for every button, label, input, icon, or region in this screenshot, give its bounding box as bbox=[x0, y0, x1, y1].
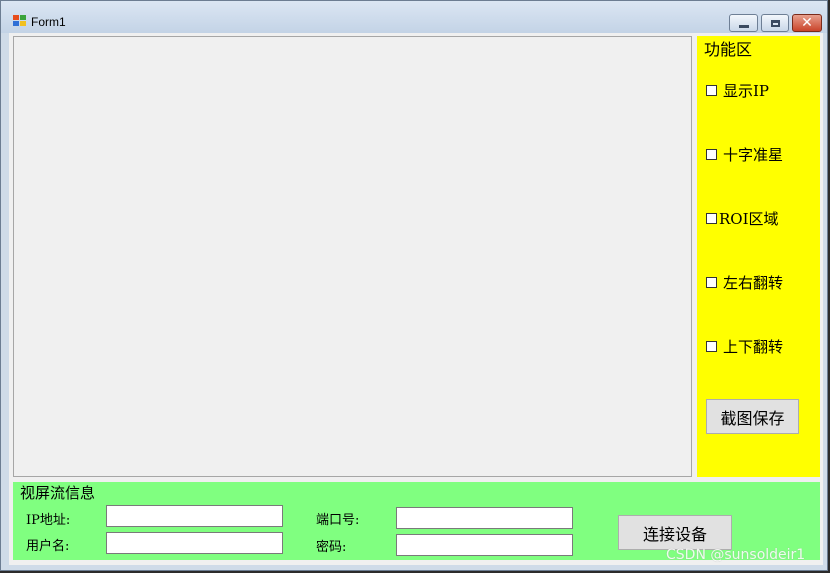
checkbox-box[interactable] bbox=[706, 341, 717, 352]
ip-address-input[interactable] bbox=[106, 505, 283, 527]
window-title: Form1 bbox=[31, 15, 66, 29]
watermark-text: CSDN @sunsoldeir1 bbox=[666, 547, 806, 563]
username-label: 用户名: bbox=[26, 539, 70, 554]
function-area-title: 功能区 bbox=[704, 40, 753, 59]
maximize-icon bbox=[770, 19, 780, 27]
checkbox-label: 上下翻转 bbox=[723, 338, 784, 356]
snapshot-save-button[interactable]: 截图保存 bbox=[706, 399, 799, 434]
checkbox-label: ROI区域 bbox=[719, 210, 779, 228]
ip-address-label: IP地址: bbox=[26, 513, 71, 528]
title-bar[interactable]: Form1 ✕ bbox=[1, 1, 827, 33]
checkbox-box[interactable] bbox=[706, 213, 717, 224]
checkbox-box[interactable] bbox=[706, 85, 717, 96]
checkbox-flip-vertical[interactable]: 上下翻转 bbox=[706, 336, 783, 357]
checkbox-label: 左右翻转 bbox=[723, 274, 784, 292]
username-input[interactable] bbox=[106, 532, 283, 554]
close-icon: ✕ bbox=[801, 15, 813, 31]
port-input[interactable] bbox=[396, 507, 573, 529]
password-label: 密码: bbox=[316, 540, 347, 555]
connect-device-button[interactable]: 连接设备 bbox=[618, 515, 732, 550]
stream-info-title: 视屏流信息 bbox=[20, 484, 96, 502]
checkbox-label: 显示IP bbox=[723, 82, 770, 100]
port-label: 端口号: bbox=[316, 513, 360, 528]
minimize-icon bbox=[738, 24, 749, 28]
maximize-button[interactable] bbox=[761, 14, 789, 32]
checkbox-crosshair[interactable]: 十字准星 bbox=[706, 144, 783, 165]
checkbox-box[interactable] bbox=[706, 277, 717, 288]
checkbox-show-ip[interactable]: 显示IP bbox=[706, 80, 769, 101]
checkbox-box[interactable] bbox=[706, 149, 717, 160]
checkbox-roi-region[interactable]: ROI区域 bbox=[706, 208, 779, 229]
video-display-panel[interactable] bbox=[13, 36, 692, 477]
close-button[interactable]: ✕ bbox=[792, 14, 822, 32]
minimize-button[interactable] bbox=[729, 14, 758, 32]
checkbox-label: 十字准星 bbox=[723, 146, 784, 164]
app-icon bbox=[13, 15, 27, 27]
password-input[interactable] bbox=[396, 534, 573, 556]
checkbox-flip-horizontal[interactable]: 左右翻转 bbox=[706, 272, 783, 293]
function-area-panel: 功能区 显示IP 十字准星 ROI区域 左右翻转 上下翻转 截图保存 bbox=[697, 36, 820, 477]
